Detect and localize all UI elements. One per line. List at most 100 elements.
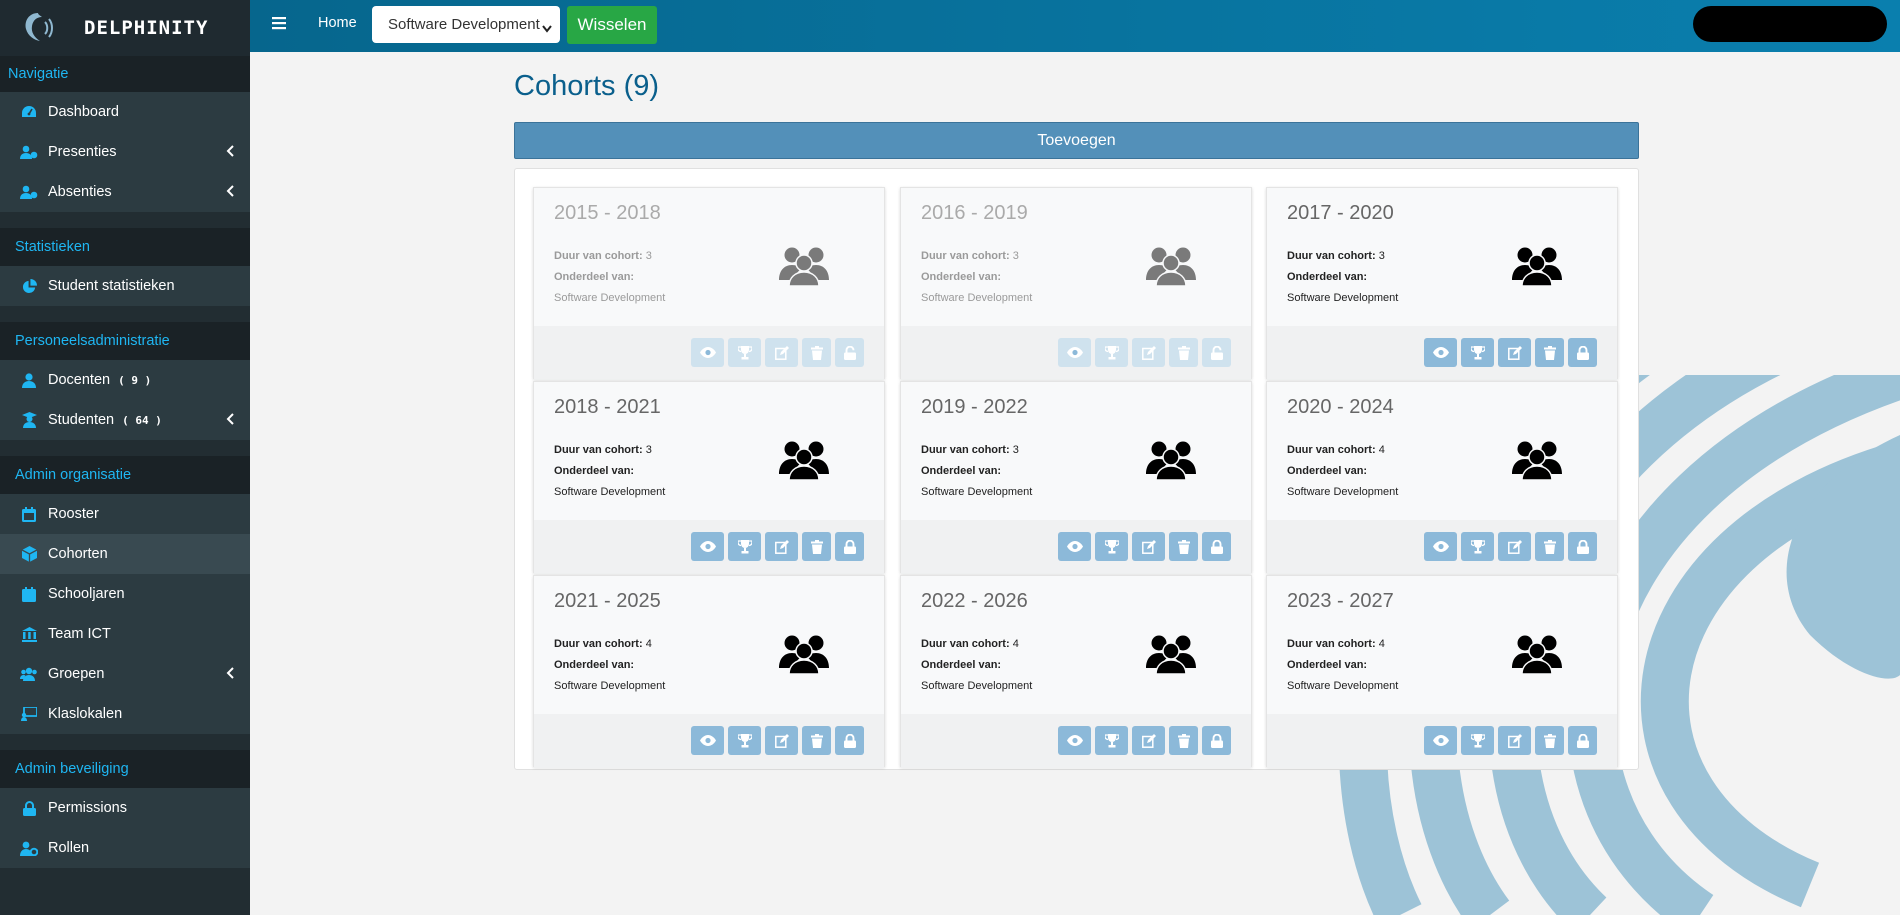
- trophy-button[interactable]: [1461, 338, 1494, 367]
- sidebar-item-studenten[interactable]: Studenten ( 64 ): [0, 400, 250, 440]
- part-value: Software Development: [1287, 486, 1399, 498]
- sidebar-item-label: Rollen: [48, 840, 90, 856]
- edit-button[interactable]: [1498, 726, 1531, 755]
- cohort-card-footer: [534, 326, 884, 380]
- sidebar-item-docenten[interactable]: Docenten ( 9 ): [0, 360, 250, 400]
- sidebar-item-absenties[interactable]: Absenties: [0, 172, 250, 212]
- add-cohort-button[interactable]: Toevoegen: [514, 122, 1639, 159]
- trophy-button[interactable]: [1095, 338, 1128, 367]
- lock-button[interactable]: [1568, 338, 1597, 367]
- eye-icon: [1066, 347, 1083, 358]
- trophy-button[interactable]: [1095, 532, 1128, 561]
- unlock-icon: [1210, 345, 1223, 360]
- view-button[interactable]: [1424, 338, 1457, 367]
- delete-button[interactable]: [1535, 338, 1564, 367]
- lock-icon: [843, 539, 856, 554]
- brand[interactable]: DELPHINITY: [0, 0, 250, 56]
- edit-button[interactable]: [1132, 338, 1165, 367]
- lock-icon: [19, 798, 39, 818]
- duration-row: Duur van cohort: 3: [554, 440, 665, 461]
- cohort-card-footer: [901, 520, 1251, 574]
- lock-button[interactable]: [835, 532, 864, 561]
- edit-button[interactable]: [765, 338, 798, 367]
- section-title-admin-organisatie: Admin organisatie: [0, 456, 250, 494]
- switch-button[interactable]: Wisselen: [567, 6, 657, 44]
- sidebar-item-dashboard[interactable]: Dashboard: [0, 92, 250, 132]
- hamburger-menu-icon[interactable]: [272, 13, 286, 38]
- sidebar-item-student-statistieken[interactable]: Student statistieken: [0, 266, 250, 306]
- sidebar-item-rollen[interactable]: Rollen: [0, 828, 250, 868]
- trophy-button[interactable]: [1461, 532, 1494, 561]
- sidebar-item-rooster[interactable]: Rooster: [0, 494, 250, 534]
- trophy-button[interactable]: [1095, 726, 1128, 755]
- view-button[interactable]: [691, 338, 724, 367]
- lock-button[interactable]: [1202, 338, 1231, 367]
- view-button[interactable]: [1424, 726, 1457, 755]
- view-button[interactable]: [1058, 532, 1091, 561]
- view-button[interactable]: [1058, 338, 1091, 367]
- edit-button[interactable]: [1132, 532, 1165, 561]
- trophy-icon: [1470, 733, 1485, 748]
- sidebar-item-cohorten[interactable]: Cohorten: [0, 534, 250, 574]
- delete-button[interactable]: [1169, 532, 1198, 561]
- cohort-card-body: 2017 - 2020 Duur van cohort: 3 Onderdeel v…: [1267, 188, 1617, 326]
- part-label: Onderdeel van:: [921, 659, 1002, 671]
- delete-button[interactable]: [802, 726, 831, 755]
- delete-button[interactable]: [1535, 532, 1564, 561]
- lock-button[interactable]: [835, 338, 864, 367]
- duration-value: 3: [1012, 250, 1019, 262]
- lock-button[interactable]: [1202, 726, 1231, 755]
- trash-icon: [1177, 539, 1190, 554]
- sidebar-item-groepen[interactable]: Groepen: [0, 654, 250, 694]
- sidebar-item-klaslokalen[interactable]: Klaslokalen: [0, 694, 250, 734]
- trophy-button[interactable]: [728, 338, 761, 367]
- trophy-button[interactable]: [728, 726, 761, 755]
- sidebar-item-schooljaren[interactable]: Schooljaren: [0, 574, 250, 614]
- home-link[interactable]: Home: [318, 15, 357, 31]
- department-select[interactable]: Software Development: [372, 6, 560, 43]
- cohort-actions: [1058, 338, 1231, 367]
- users-group-icon: [1512, 440, 1562, 485]
- view-button[interactable]: [1424, 532, 1457, 561]
- sidebar-item-label: Student statistieken: [48, 278, 175, 294]
- delete-button[interactable]: [1169, 338, 1198, 367]
- duration-label: Duur van cohort:: [921, 638, 1010, 650]
- sidebar-item-presenties[interactable]: Presenties: [0, 132, 250, 172]
- edit-button[interactable]: [765, 726, 798, 755]
- edit-icon: [1141, 539, 1156, 554]
- edit-button[interactable]: [1498, 338, 1531, 367]
- lock-button[interactable]: [835, 726, 864, 755]
- cohort-card: 2023 - 2027 Duur van cohort: 4 Onderdeel v…: [1266, 575, 1618, 768]
- trash-icon: [1543, 539, 1556, 554]
- delete-button[interactable]: [802, 338, 831, 367]
- lock-button[interactable]: [1568, 532, 1597, 561]
- delete-button[interactable]: [1535, 726, 1564, 755]
- eye-icon: [1066, 541, 1083, 552]
- lock-button[interactable]: [1568, 726, 1597, 755]
- lock-icon: [1576, 539, 1589, 554]
- delete-button[interactable]: [1169, 726, 1198, 755]
- duration-row: Duur van cohort: 4: [554, 634, 665, 655]
- edit-button[interactable]: [765, 532, 798, 561]
- sidebar-item-permissions[interactable]: Permissions: [0, 788, 250, 828]
- delete-button[interactable]: [802, 532, 831, 561]
- duration-value: 4: [1378, 444, 1385, 456]
- count-badge: ( 9 ): [118, 373, 152, 387]
- edit-button[interactable]: [1498, 532, 1531, 561]
- cohort-title: 2016 - 2019: [921, 202, 1028, 224]
- view-button[interactable]: [1058, 726, 1091, 755]
- sidebar-item-team-ict[interactable]: Team ICT: [0, 614, 250, 654]
- view-button[interactable]: [691, 532, 724, 561]
- trophy-button[interactable]: [1461, 726, 1494, 755]
- users-icon: [19, 664, 39, 684]
- chevron-down-icon: [542, 20, 552, 37]
- top-navbar: Home Software Development Wisselen: [250, 0, 1900, 52]
- user-menu[interactable]: [1693, 6, 1887, 42]
- edit-button[interactable]: [1132, 726, 1165, 755]
- users-group-icon: [1512, 246, 1562, 291]
- lock-button[interactable]: [1202, 532, 1231, 561]
- trophy-button[interactable]: [728, 532, 761, 561]
- trophy-icon: [1104, 733, 1119, 748]
- view-button[interactable]: [691, 726, 724, 755]
- calendar-icon: [19, 504, 39, 524]
